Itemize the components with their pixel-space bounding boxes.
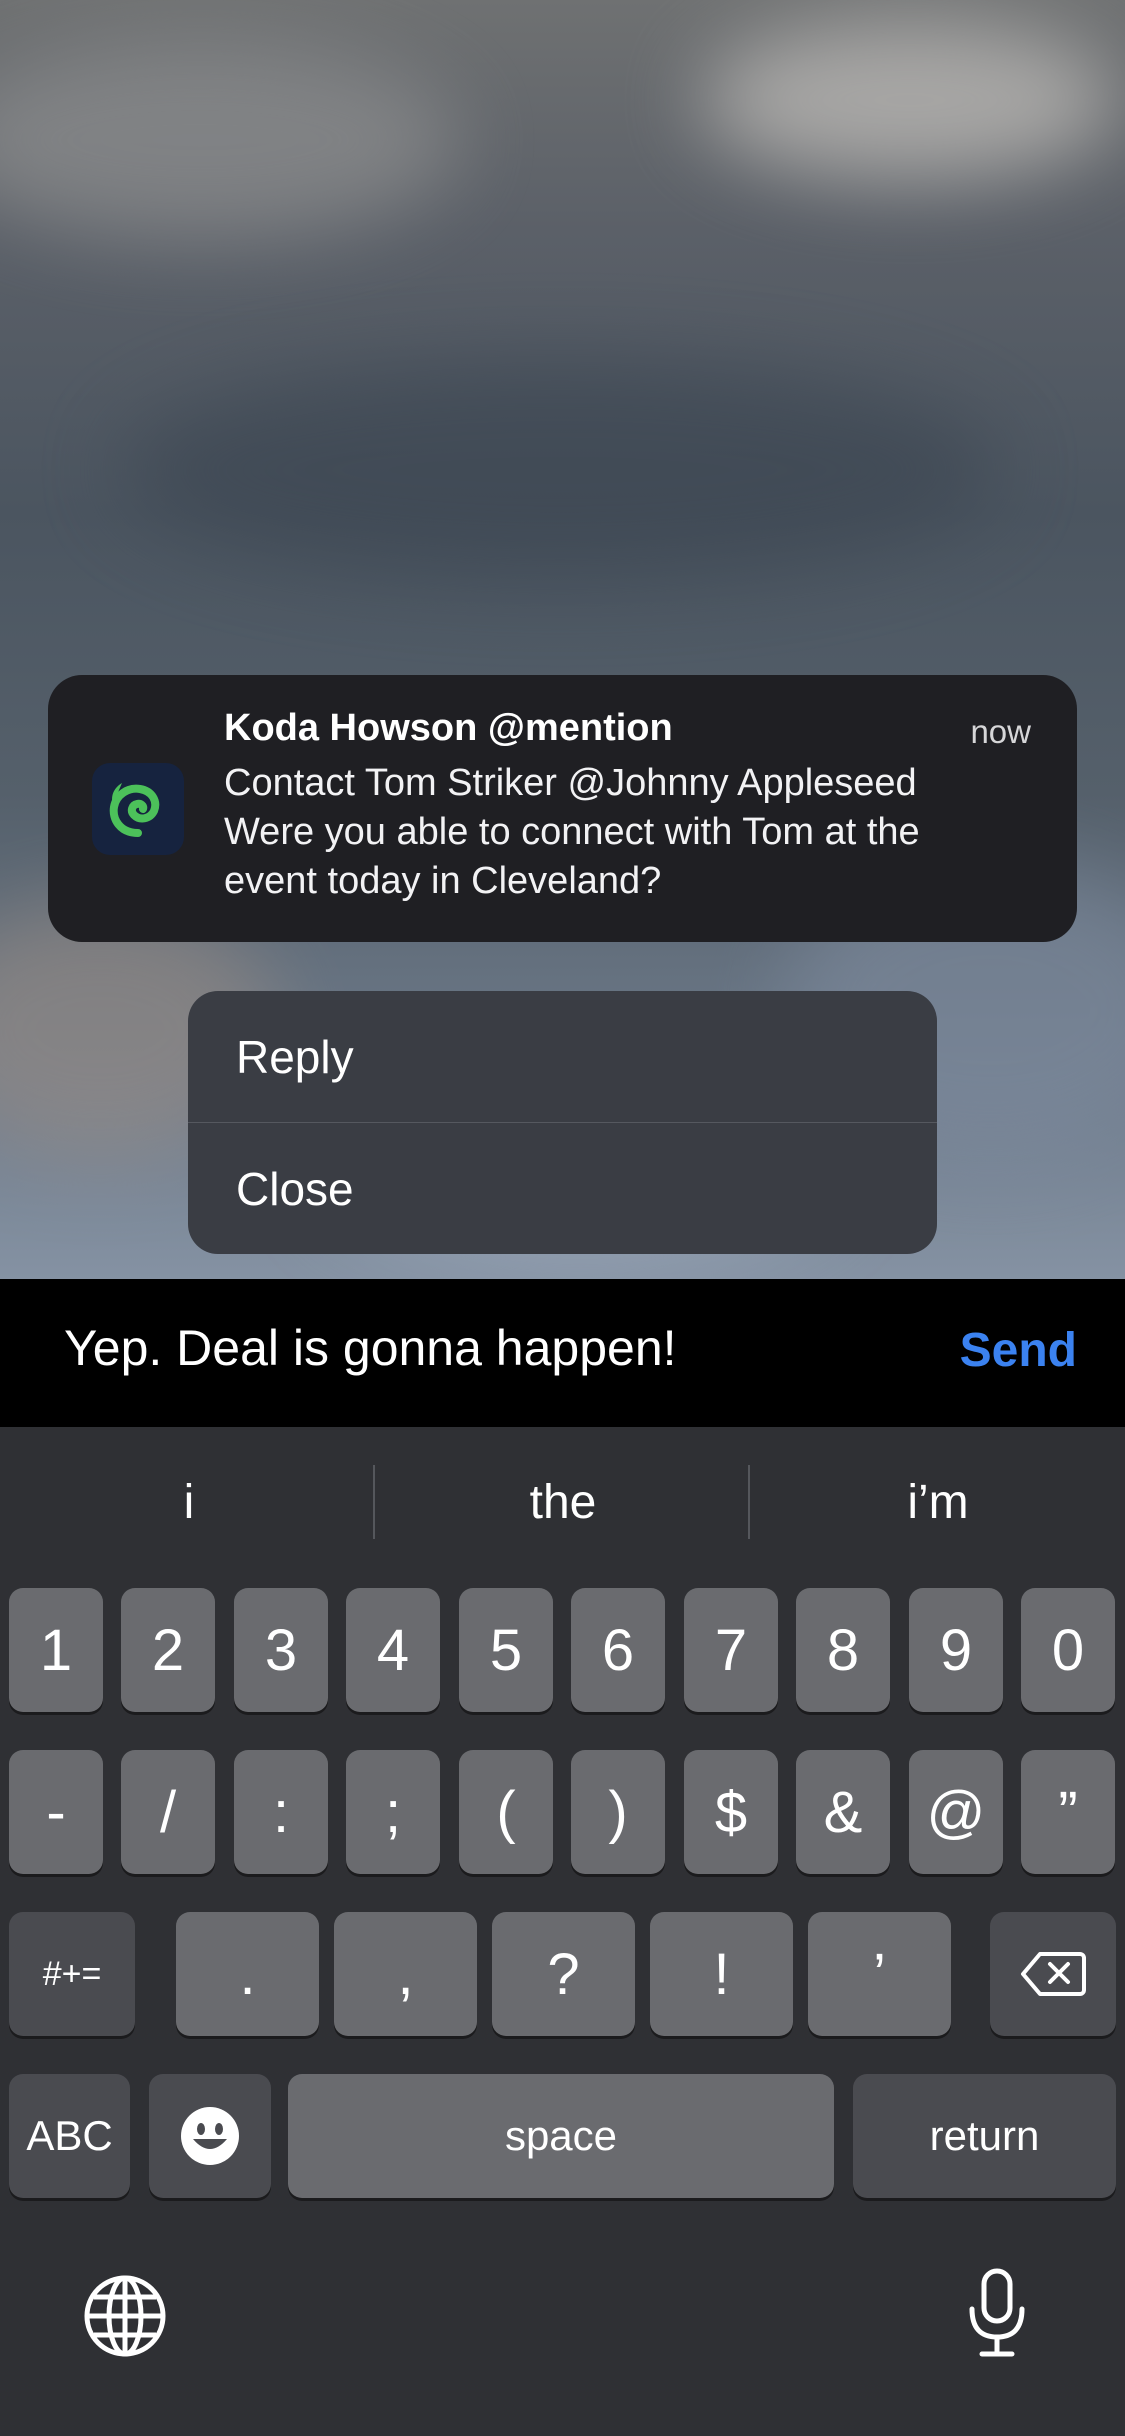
prediction-divider bbox=[748, 1465, 750, 1539]
wallpaper-blur-shape bbox=[120, 360, 1000, 580]
notification-timestamp: now bbox=[970, 713, 1031, 750]
key-1[interactable]: 1 bbox=[9, 1588, 103, 1712]
key-6[interactable]: 6 bbox=[571, 1588, 665, 1712]
notification-card[interactable]: Koda Howson @mention now Contact Tom Str… bbox=[48, 675, 1077, 942]
abc-key[interactable]: ABC bbox=[9, 2074, 130, 2198]
notification-body-line: event today in Cleveland? bbox=[224, 860, 662, 902]
key-comma[interactable]: , bbox=[334, 1912, 477, 2036]
notification-title: Koda Howson @mention bbox=[224, 707, 673, 749]
delete-icon bbox=[1021, 1952, 1086, 1996]
app-icon bbox=[92, 763, 184, 855]
keyboard: i the i’m 1 2 3 4 5 6 7 8 9 0 - / : ; ( … bbox=[0, 1427, 1125, 2436]
emoji-key[interactable] bbox=[149, 2074, 271, 2198]
key-ampersand[interactable]: & bbox=[796, 1750, 890, 1874]
wallpaper-blur-shape bbox=[700, 20, 1120, 180]
key-0[interactable]: 0 bbox=[1021, 1588, 1115, 1712]
key-open-paren[interactable]: ( bbox=[459, 1750, 553, 1874]
prediction-suggestion[interactable]: i bbox=[2, 1427, 376, 1577]
key-question[interactable]: ? bbox=[492, 1912, 635, 2036]
emoji-icon bbox=[181, 2107, 239, 2165]
prediction-suggestion[interactable]: i’m bbox=[751, 1427, 1125, 1577]
prediction-divider bbox=[373, 1465, 375, 1539]
notification-body-line: Contact Tom Striker @Johnny Appleseed bbox=[224, 762, 917, 804]
globe-icon bbox=[84, 2275, 166, 2357]
key-4[interactable]: 4 bbox=[346, 1588, 440, 1712]
delete-key[interactable] bbox=[990, 1912, 1116, 2036]
key-2[interactable]: 2 bbox=[121, 1588, 215, 1712]
notification-body-line: Were you able to connect with Tom at the bbox=[224, 811, 920, 853]
key-7[interactable]: 7 bbox=[684, 1588, 778, 1712]
prediction-suggestion[interactable]: the bbox=[376, 1427, 750, 1577]
key-apostrophe[interactable]: ’ bbox=[808, 1912, 951, 2036]
send-button[interactable]: Send bbox=[960, 1323, 1077, 1378]
key-8[interactable]: 8 bbox=[796, 1588, 890, 1712]
key-period[interactable]: . bbox=[176, 1912, 319, 2036]
close-action[interactable]: Close bbox=[188, 1123, 937, 1254]
key-colon[interactable]: : bbox=[234, 1750, 328, 1874]
key-hyphen[interactable]: - bbox=[9, 1750, 103, 1874]
reply-text-field[interactable]: Yep. Deal is gonna happen! bbox=[64, 1319, 677, 1377]
key-dollar[interactable]: $ bbox=[684, 1750, 778, 1874]
swirl-logo-icon bbox=[109, 783, 160, 837]
dictation-button[interactable] bbox=[966, 2267, 1028, 2364]
quick-reply-bar: Yep. Deal is gonna happen! Send bbox=[0, 1279, 1125, 1427]
notification-action-menu: Reply Close bbox=[188, 991, 937, 1254]
reply-action[interactable]: Reply bbox=[188, 991, 937, 1122]
key-semicolon[interactable]: ; bbox=[346, 1750, 440, 1874]
key-slash[interactable]: / bbox=[121, 1750, 215, 1874]
key-quote[interactable]: ” bbox=[1021, 1750, 1115, 1874]
more-symbols-key[interactable]: #+= bbox=[9, 1912, 135, 2036]
microphone-icon bbox=[969, 2268, 1025, 2357]
key-exclamation[interactable]: ! bbox=[650, 1912, 793, 2036]
key-5[interactable]: 5 bbox=[459, 1588, 553, 1712]
key-9[interactable]: 9 bbox=[909, 1588, 1003, 1712]
notification-body: Contact Tom Striker @Johnny Appleseed We… bbox=[224, 759, 1034, 906]
space-key[interactable]: space bbox=[288, 2074, 834, 2198]
key-at[interactable]: @ bbox=[909, 1750, 1003, 1874]
wallpaper-blur-shape bbox=[0, 40, 460, 240]
globe-button[interactable] bbox=[82, 2273, 168, 2364]
key-close-paren[interactable]: ) bbox=[571, 1750, 665, 1874]
return-key[interactable]: return bbox=[853, 2074, 1116, 2198]
predictive-text-bar: i the i’m bbox=[0, 1427, 1125, 1577]
key-3[interactable]: 3 bbox=[234, 1588, 328, 1712]
